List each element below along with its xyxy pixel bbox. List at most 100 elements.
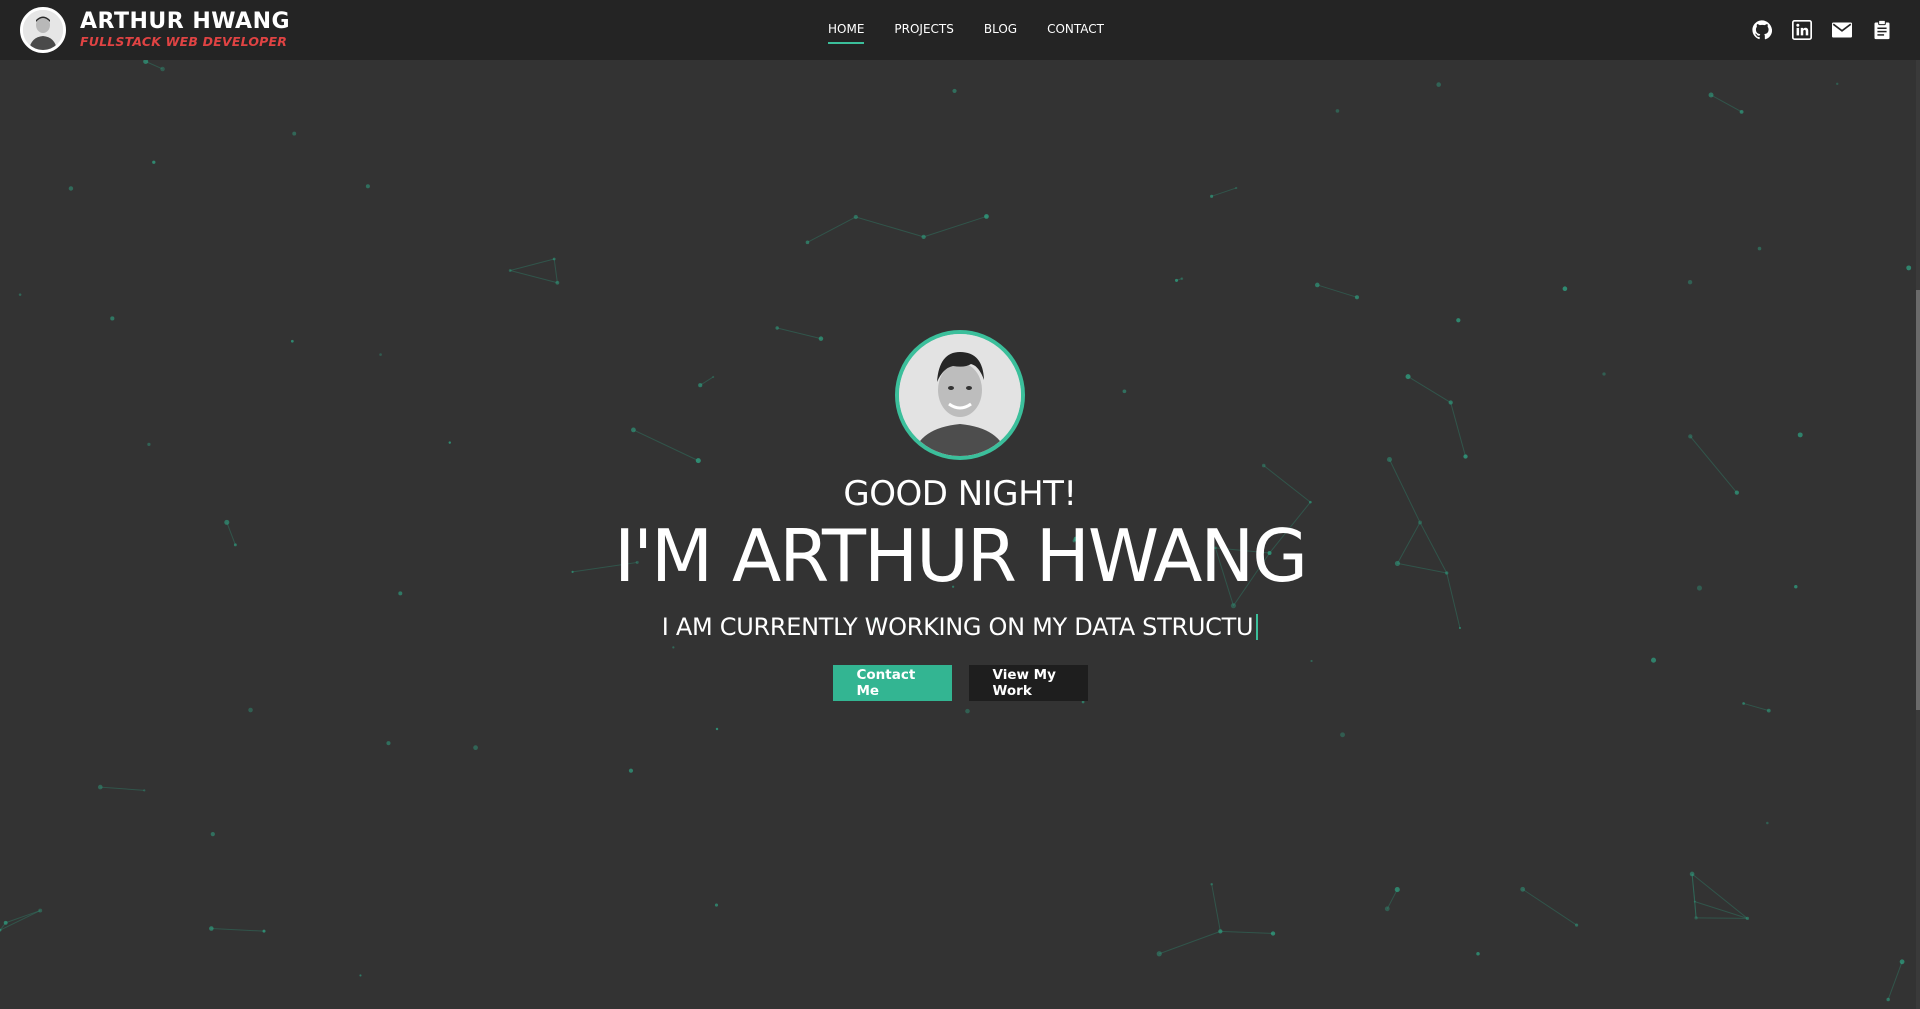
typed-text: I AM CURRENTLY WORKING ON MY DATA STRUCT… [661, 613, 1254, 641]
particle-dot [1520, 886, 1526, 892]
nav-blog[interactable]: BLOG [984, 16, 1017, 44]
particle-dot [1354, 295, 1359, 300]
particle-dot [1270, 931, 1276, 936]
particle-dot [152, 160, 156, 164]
particle-link [1211, 884, 1221, 932]
particle-link [1887, 961, 1903, 1000]
particle-dot [1476, 951, 1480, 956]
particle-dot [1210, 194, 1214, 198]
profile-photo [895, 330, 1025, 460]
social-links [1734, 18, 1894, 42]
particle-link [923, 215, 987, 238]
particle-dot [1081, 700, 1085, 704]
particle-link [1159, 930, 1221, 955]
particle-dot [1562, 286, 1568, 291]
resume-clipboard-icon[interactable] [1870, 18, 1894, 42]
particle-dot [1335, 109, 1340, 113]
particle-link [1317, 284, 1358, 298]
particle-link [510, 270, 558, 284]
particle-link [1386, 889, 1398, 910]
hero-buttons: Contact Me View My Work [832, 665, 1088, 701]
particle-link [1710, 94, 1742, 113]
particle-link [1522, 888, 1577, 926]
particle-dot [68, 186, 74, 191]
github-icon[interactable] [1750, 18, 1774, 42]
particle-dot [1766, 708, 1771, 713]
scrollbar-thumb[interactable] [1916, 290, 1920, 710]
particle-link [100, 786, 145, 791]
particle-dot [1708, 92, 1714, 98]
page: ARTHUR HWANG FULLSTACK WEB DEVELOPER HOM… [0, 0, 1920, 1009]
particle-dot [984, 214, 989, 219]
particle-dot [473, 745, 478, 751]
particle-dot [555, 280, 560, 285]
particle-link [855, 216, 924, 238]
particle-dot [1218, 929, 1223, 934]
particle-dot [386, 741, 391, 746]
particle-dot [365, 184, 370, 189]
particle-dot [1340, 732, 1345, 738]
particle-link [1694, 901, 1748, 919]
particle-dot [714, 903, 719, 907]
particle-dot [1456, 318, 1461, 323]
particle-dot [965, 708, 970, 714]
particle-link [1691, 873, 1697, 918]
particle-dot [97, 784, 103, 790]
particle-dot [248, 707, 253, 713]
particle-link [1691, 873, 1748, 919]
particle-dot [1314, 282, 1320, 288]
particle-dot [143, 789, 146, 792]
particle-dot [952, 88, 957, 94]
particle-link [807, 216, 857, 243]
particle-dot [1210, 882, 1213, 886]
particle-dot [1235, 186, 1238, 190]
particle-dot [210, 832, 215, 837]
particle-dot [359, 974, 362, 977]
typing-cursor [1256, 614, 1259, 640]
particle-link [1211, 187, 1237, 197]
particle-link [510, 258, 555, 272]
particle-dot [160, 66, 165, 72]
brand-text: ARTHUR HWANG FULLSTACK WEB DEVELOPER [80, 10, 290, 50]
brand-name: ARTHUR HWANG [80, 9, 291, 34]
mail-icon[interactable] [1830, 18, 1854, 42]
particle-dot [715, 727, 719, 731]
nav-projects[interactable]: PROJECTS [894, 16, 953, 44]
particle-dot [1886, 997, 1890, 1002]
particle-dot [143, 60, 149, 65]
top-navbar: ARTHUR HWANG FULLSTACK WEB DEVELOPER HOM… [0, 0, 1920, 60]
particle-dot [1436, 82, 1441, 87]
particle-dot [628, 768, 634, 773]
particle-link [1696, 917, 1748, 919]
particle-dot [1745, 916, 1750, 921]
hero-title: I'M ARTHUR HWANG [613, 514, 1308, 598]
particle-link [1220, 930, 1274, 935]
particle-dot [110, 316, 115, 321]
brand[interactable]: ARTHUR HWANG FULLSTACK WEB DEVELOPER [20, 5, 290, 55]
particle-link [5, 910, 41, 924]
contact-me-button[interactable]: Contact Me [832, 665, 952, 701]
particle-dot [1899, 959, 1905, 965]
particle-dot [1575, 923, 1579, 927]
linkedin-icon[interactable] [1790, 18, 1814, 42]
particle-dot [18, 293, 22, 296]
particle-link [211, 927, 265, 932]
particle-dot [3, 920, 8, 925]
main-nav: HOME PROJECTS BLOG CONTACT [828, 0, 1134, 60]
particle-dot [1689, 871, 1695, 877]
nav-contact[interactable]: CONTACT [1047, 16, 1104, 44]
view-my-work-button[interactable]: View My Work [968, 665, 1088, 701]
particle-dot [1687, 280, 1693, 285]
particle-dot [1693, 900, 1696, 903]
particle-dot [262, 929, 266, 933]
particle-dot [1906, 265, 1912, 271]
particle-link [145, 61, 163, 70]
particle-dot [1384, 906, 1390, 912]
particle-dot [1739, 109, 1744, 114]
particle-dot [1156, 951, 1162, 957]
particle-dot [209, 926, 214, 931]
nav-home[interactable]: HOME [828, 16, 865, 44]
particle-dot [1766, 821, 1769, 825]
particle-dot [1757, 246, 1762, 251]
particle-dot [1836, 82, 1839, 86]
